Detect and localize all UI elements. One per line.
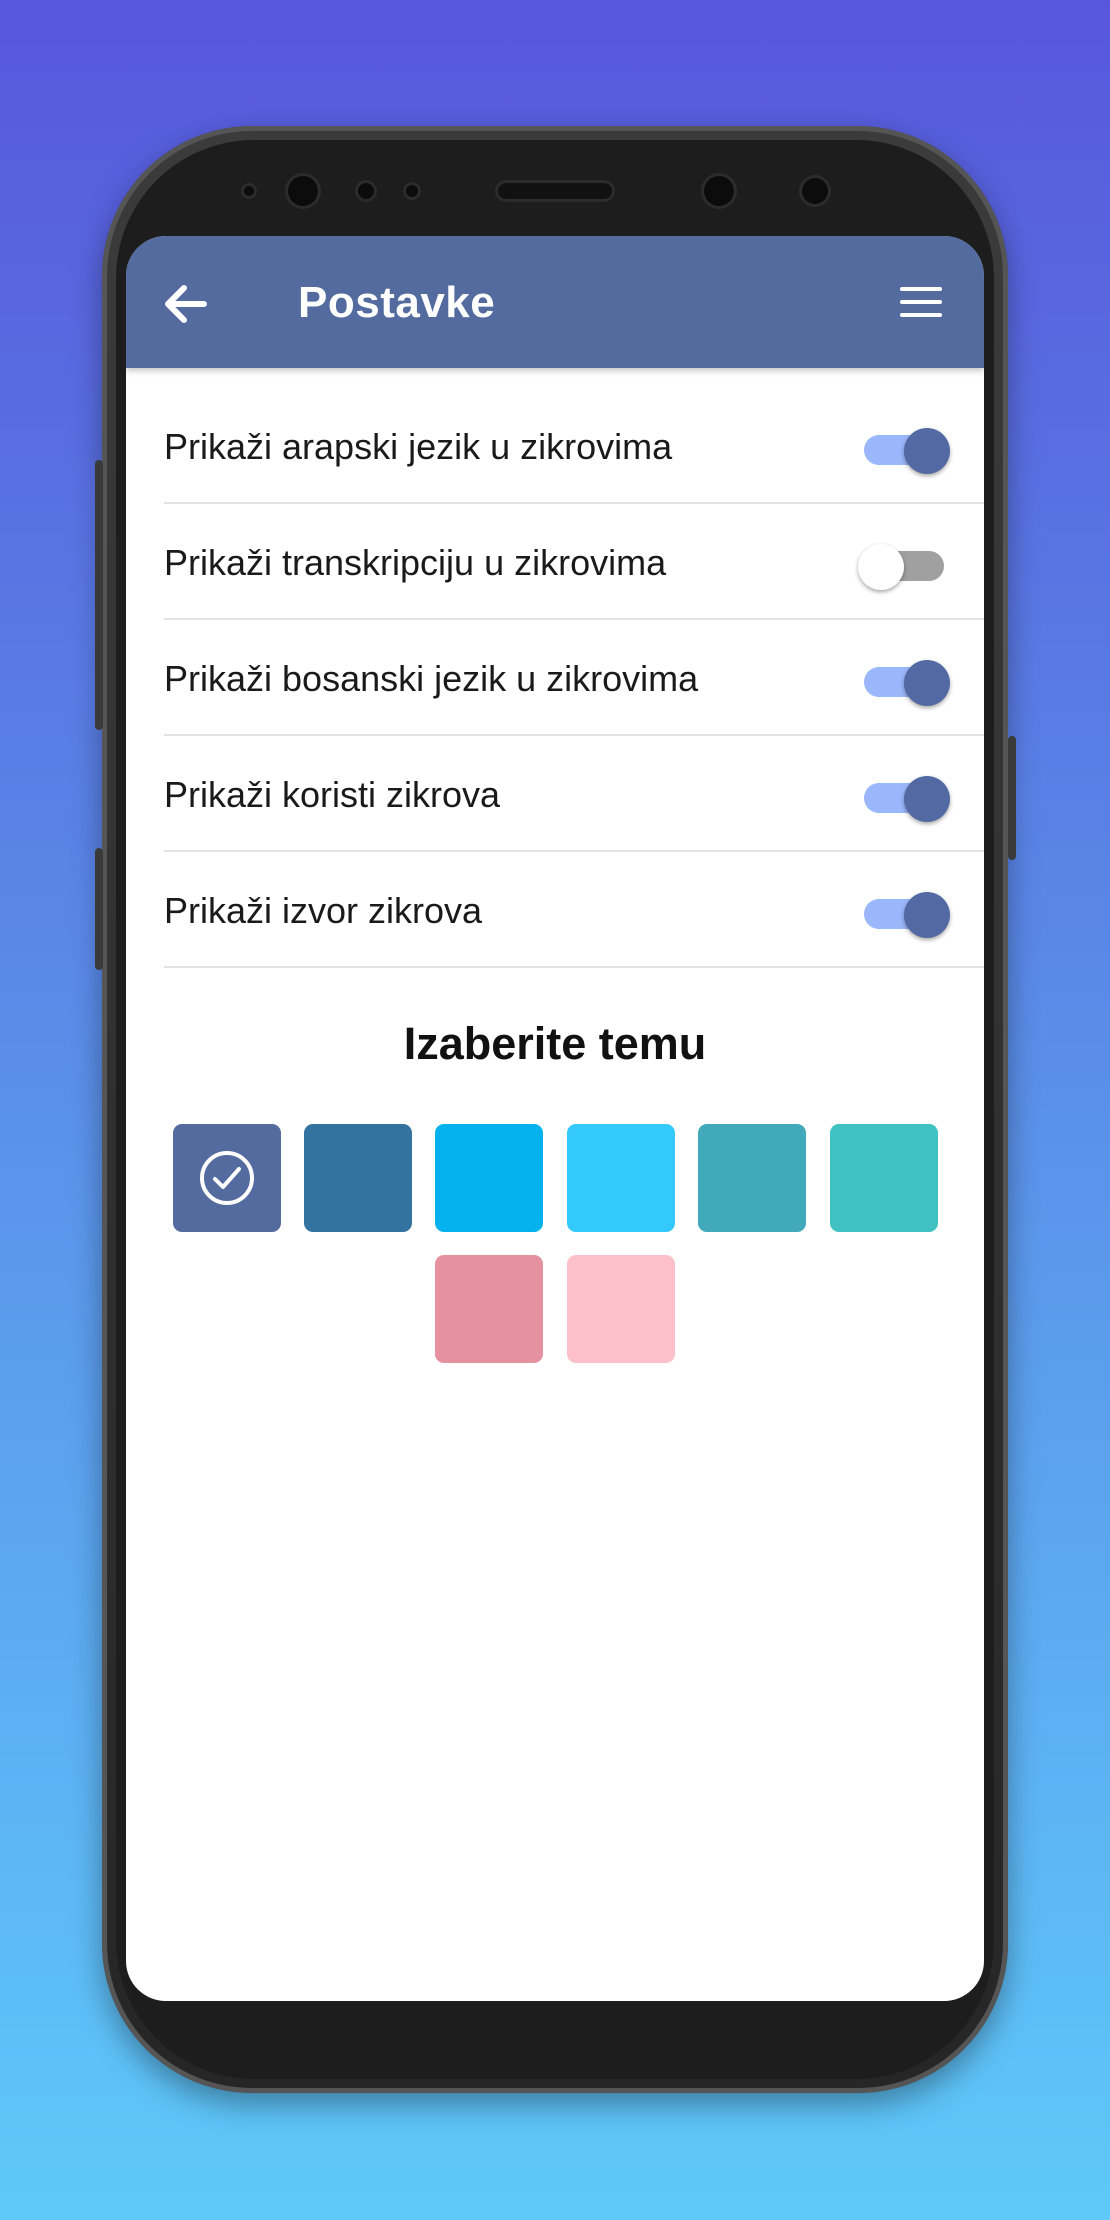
- theme-swatch[interactable]: [304, 1124, 412, 1232]
- theme-swatch[interactable]: [567, 1255, 675, 1363]
- source-toggle[interactable]: [858, 890, 950, 938]
- app-bar: Postavke: [126, 236, 984, 368]
- benefits-toggle[interactable]: [858, 774, 950, 822]
- bosnian-toggle[interactable]: [858, 658, 950, 706]
- setting-row-bosnian: Prikaži bosanski jezik u zikrovima: [164, 620, 984, 736]
- theme-swatch[interactable]: [173, 1124, 281, 1232]
- theme-swatch[interactable]: [435, 1124, 543, 1232]
- toggle-knob: [858, 544, 904, 590]
- toggle-knob: [904, 776, 950, 822]
- theme-swatch[interactable]: [567, 1124, 675, 1232]
- sensor-dot: [244, 186, 254, 196]
- ambient-sensor: [406, 185, 418, 197]
- earpiece-speaker: [498, 183, 612, 199]
- hamburger-menu-icon: [900, 287, 942, 317]
- toggle-knob: [904, 428, 950, 474]
- setting-label: Prikaži arapski jezik u zikrovima: [164, 426, 673, 467]
- proximity-sensor: [358, 183, 374, 199]
- volume-down-button: [95, 848, 103, 970]
- arrow-left-icon: [165, 285, 207, 323]
- transcription-toggle[interactable]: [858, 542, 950, 590]
- theme-swatch[interactable]: [435, 1255, 543, 1363]
- setting-row-arabic: Prikaži arapski jezik u zikrovima: [164, 388, 984, 504]
- check-circle-icon: [200, 1151, 254, 1205]
- setting-row-transcription: Prikaži transkripciju u zikrovima: [164, 504, 984, 620]
- theme-heading: Izaberite temu: [403, 1018, 707, 1069]
- setting-label: Prikaži bosanski jezik u zikrovima: [164, 658, 699, 699]
- menu-button[interactable]: [898, 282, 944, 322]
- setting-label: Prikaži transkripciju u zikrovima: [164, 542, 667, 583]
- setting-row-source: Prikaži izvor zikrova: [164, 852, 984, 968]
- arabic-toggle[interactable]: [858, 426, 950, 474]
- setting-label: Prikaži izvor zikrova: [164, 890, 483, 931]
- volume-up-button: [95, 460, 103, 730]
- toggle-knob: [904, 660, 950, 706]
- theme-swatch[interactable]: [830, 1124, 938, 1232]
- back-button[interactable]: [158, 276, 214, 332]
- theme-swatch[interactable]: [698, 1124, 806, 1232]
- toggle-knob: [904, 892, 950, 938]
- iris-camera: [704, 176, 734, 206]
- app-screen: Postavke Prikaži arapski jezik u zikrovi…: [126, 236, 984, 2001]
- setting-row-benefits: Prikaži koristi zikrova: [164, 736, 984, 852]
- page-title: Postavke: [298, 278, 496, 327]
- settings-list: Prikaži arapski jezik u zikrovima Prikaž…: [164, 388, 984, 968]
- front-camera: [288, 176, 318, 206]
- power-button: [1008, 736, 1016, 860]
- iris-sensor: [802, 178, 828, 204]
- setting-label: Prikaži koristi zikrova: [164, 774, 501, 815]
